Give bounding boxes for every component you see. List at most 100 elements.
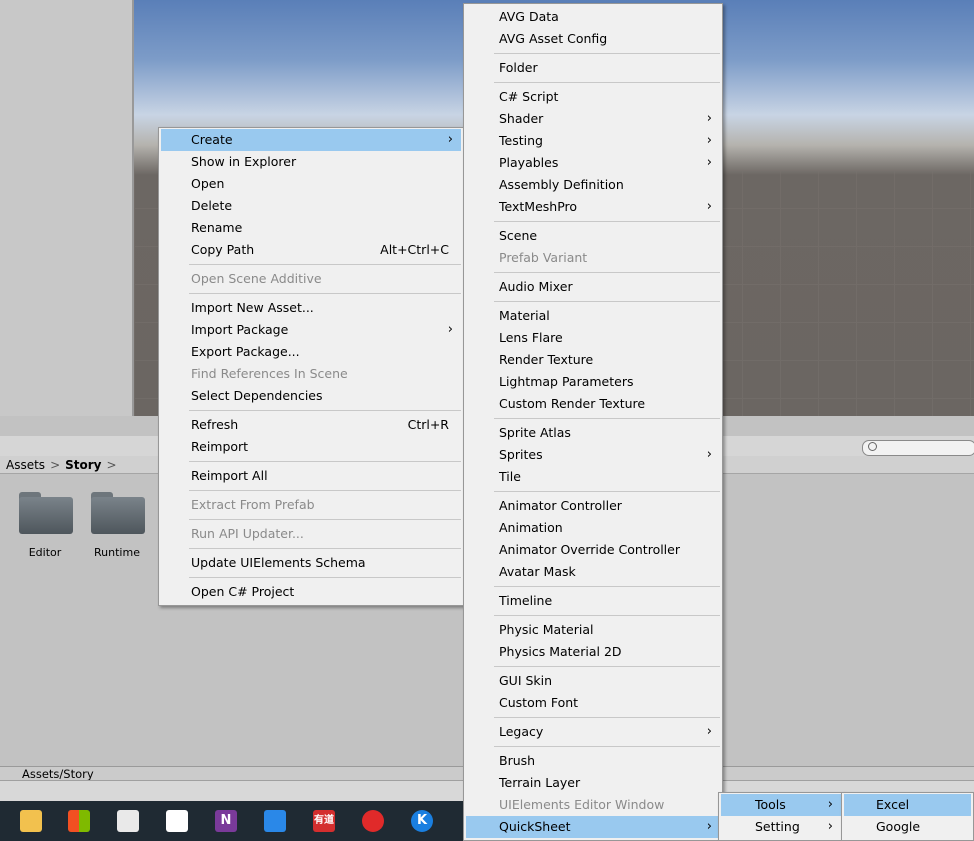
create-menu-item-animator-controller[interactable]: Animator Controller [466,495,720,517]
menu-separator [494,53,720,54]
chevron-right-icon: › [447,132,453,147]
store-icon[interactable] [68,810,90,832]
create-menu-item-c-script[interactable]: C# Script [466,86,720,108]
create-menu-item-testing[interactable]: Testing › [466,130,720,152]
context-menu-item-refresh[interactable]: Refresh Ctrl+R [161,414,461,436]
create-menu-item-animation[interactable]: Animation [466,517,720,539]
context-menu-item-label: Select Dependencies [191,388,323,403]
context-menu-item-import-package[interactable]: Import Package › [161,319,461,341]
create-menu-item-shader[interactable]: Shader › [466,108,720,130]
create-menu-item-animator-override-controller[interactable]: Animator Override Controller [466,539,720,561]
shortcut-label: Ctrl+R [407,417,449,432]
tools-menu-item-label: Excel [876,797,910,812]
create-menu-item-label: Timeline [499,593,553,608]
context-menu-item-label: Refresh [191,417,239,432]
create-menu-item-folder[interactable]: Folder [466,57,720,79]
create-menu-item-assembly-definition[interactable]: Assembly Definition [466,174,720,196]
context-menu-item-import-new-asset[interactable]: Import New Asset... [161,297,461,319]
create-menu-item-textmeshpro[interactable]: TextMeshPro › [466,196,720,218]
create-menu-item-gui-skin[interactable]: GUI Skin [466,670,720,692]
context-menu-item-delete[interactable]: Delete [161,195,461,217]
create-menu-item-label: Sprites [499,447,543,462]
chevron-right-icon: › [706,724,712,739]
chevron-right-icon: › [706,155,712,170]
youdao-icon[interactable]: 有道 [313,810,335,832]
project-search-input[interactable] [862,440,974,456]
context-menu-item-select-dependencies[interactable]: Select Dependencies [161,385,461,407]
context-menu-item-label: Import New Asset... [191,300,314,315]
netease-music-icon[interactable] [362,810,384,832]
breadcrumb-assets[interactable]: Assets [6,458,45,472]
create-menu-item-material[interactable]: Material [466,305,720,327]
create-menu-item-custom-font[interactable]: Custom Font [466,692,720,714]
notes-icon[interactable] [264,810,286,832]
create-menu-item-label: AVG Asset Config [499,31,608,46]
create-menu-item-legacy[interactable]: Legacy › [466,721,720,743]
tools-submenu: Excel Google [841,792,974,841]
tools-menu-item-excel[interactable]: Excel [844,794,971,816]
kugou-icon[interactable]: K [411,810,433,832]
create-menu-item-timeline[interactable]: Timeline [466,590,720,612]
menu-separator [189,461,461,462]
context-menu-item-label: Open C# Project [191,584,295,599]
create-menu-item-audio-mixer[interactable]: Audio Mixer [466,276,720,298]
context-menu-item-label: Delete [191,198,233,213]
context-menu-item-open[interactable]: Open [161,173,461,195]
create-menu-item-render-texture[interactable]: Render Texture [466,349,720,371]
mail-icon[interactable] [117,810,139,832]
create-menu-item-terrain-layer[interactable]: Terrain Layer [466,772,720,794]
create-menu-item-prefab-variant: Prefab Variant [466,247,720,269]
create-menu-item-brush[interactable]: Brush [466,750,720,772]
context-menu-item-copy-path[interactable]: Copy Path Alt+Ctrl+C [161,239,461,261]
create-menu-item-lens-flare[interactable]: Lens Flare [466,327,720,349]
context-menu-item-find-references-in-scene: Find References In Scene [161,363,461,385]
create-menu-item-label: Terrain Layer [499,775,581,790]
create-menu-item-label: Tile [499,469,521,484]
context-menu-item-reimport[interactable]: Reimport [161,436,461,458]
breadcrumb-separator-icon: > [106,458,117,472]
context-menu-item-open-c-project[interactable]: Open C# Project [161,581,461,603]
create-menu-item-quicksheet[interactable]: QuickSheet › [466,816,720,838]
context-menu-item-label: Import Package [191,322,289,337]
tools-menu-item-google[interactable]: Google [844,816,971,838]
context-menu-item-reimport-all[interactable]: Reimport All [161,465,461,487]
create-menu-item-scene[interactable]: Scene [466,225,720,247]
context-menu-item-create[interactable]: Create › [161,129,461,151]
context-menu-item-rename[interactable]: Rename [161,217,461,239]
create-menu-item-label: Animator Controller [499,498,622,513]
quicksheet-menu-item-tools[interactable]: Tools › [721,794,841,816]
onenote-icon[interactable]: N [215,810,237,832]
folder-runtime-label[interactable]: Runtime [82,546,152,559]
context-menu-item-label: Find References In Scene [191,366,348,381]
file-explorer-icon[interactable] [20,810,42,832]
create-menu-item-label: Physic Material [499,622,594,637]
context-menu-item-open-scene-additive: Open Scene Additive [161,268,461,290]
folder-editor-label[interactable]: Editor [10,546,80,559]
create-menu-item-tile[interactable]: Tile [466,466,720,488]
folder-runtime-icon[interactable] [91,492,145,534]
photos-icon[interactable] [166,810,188,832]
create-menu-item-physics-material-2d[interactable]: Physics Material 2D [466,641,720,663]
menu-separator [494,82,720,83]
create-menu-item-sprites[interactable]: Sprites › [466,444,720,466]
quicksheet-menu-item-label: Setting [755,819,800,834]
context-menu-item-update-uielements-schema[interactable]: Update UIElements Schema [161,552,461,574]
create-menu-item-label: Assembly Definition [499,177,624,192]
create-menu-item-custom-render-texture[interactable]: Custom Render Texture [466,393,720,415]
create-menu-item-label: Testing [499,133,543,148]
quicksheet-menu-item-setting[interactable]: Setting › [721,816,841,838]
create-menu-item-playables[interactable]: Playables › [466,152,720,174]
create-menu-item-lightmap-parameters[interactable]: Lightmap Parameters [466,371,720,393]
create-menu-item-label: AVG Data [499,9,559,24]
menu-separator [189,519,461,520]
create-menu-item-avg-data[interactable]: AVG Data [466,6,720,28]
create-menu-item-physic-material[interactable]: Physic Material [466,619,720,641]
create-menu-item-avatar-mask[interactable]: Avatar Mask [466,561,720,583]
context-menu-item-show-in-explorer[interactable]: Show in Explorer [161,151,461,173]
context-menu-item-export-package[interactable]: Export Package... [161,341,461,363]
create-menu-item-sprite-atlas[interactable]: Sprite Atlas [466,422,720,444]
create-menu-item-avg-asset-config[interactable]: AVG Asset Config [466,28,720,50]
breadcrumb-story[interactable]: Story [65,458,101,472]
folder-editor-icon[interactable] [19,492,73,534]
context-menu-item-label: Create [191,132,233,147]
